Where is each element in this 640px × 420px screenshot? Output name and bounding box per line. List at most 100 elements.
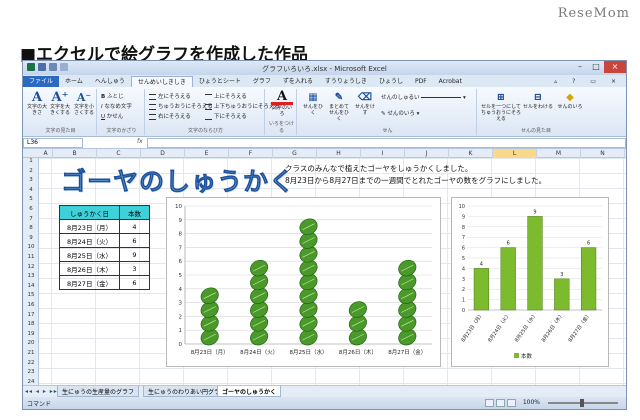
row-header-21[interactable]: 21	[23, 350, 39, 356]
sheet-tab-goya[interactable]: ゴーヤのしゅうかく	[217, 386, 282, 397]
row-header-5[interactable]: 5	[23, 196, 39, 202]
pictograph-chart[interactable]: 0 1 2 3 4 5 6 7 8 9 10 8月23日（月） 8月24日（火） 8月25日（水） 8月26…	[166, 197, 441, 367]
align-top-button[interactable]: 上にそろえる	[205, 92, 247, 100]
row-header-18[interactable]: 18	[23, 321, 39, 327]
row-header-9[interactable]: 9	[23, 235, 39, 241]
zoom-slider-handle[interactable]	[580, 399, 584, 407]
column-header-n[interactable]: N	[581, 149, 625, 158]
align-bottom-button[interactable]: 下にそろえる	[205, 112, 247, 120]
tab-format[interactable]: せんめいしきしき	[130, 76, 193, 87]
close-button[interactable]: ×	[604, 61, 626, 73]
row-header-20[interactable]: 20	[23, 340, 39, 346]
row-header-23[interactable]: 23	[23, 369, 39, 375]
row-header-6[interactable]: 6	[23, 206, 39, 212]
table-cell-date[interactable]: 8月27日（金）	[59, 275, 120, 290]
column-header-i[interactable]: I	[361, 149, 405, 158]
row-header-2[interactable]: 2	[23, 168, 39, 174]
column-header-h[interactable]: H	[317, 149, 361, 158]
column-header-d[interactable]: D	[141, 149, 185, 158]
column-header-l[interactable]: L	[493, 149, 537, 158]
align-center-button[interactable]: ちゅうおうにそろえる	[149, 102, 213, 110]
row-header-14[interactable]: 14	[23, 283, 39, 289]
row-header-24[interactable]: 24	[23, 379, 39, 385]
tab-file[interactable]: ファイル	[23, 76, 60, 87]
italic-button[interactable]: I ななめ文字	[101, 102, 132, 110]
column-header-g[interactable]: G	[273, 149, 317, 158]
page-break-view-icon[interactable]	[507, 399, 516, 407]
fx-icon[interactable]: fx	[137, 138, 143, 145]
draw-border-button[interactable]: ▦ せんをひく	[301, 91, 325, 116]
tab-edit[interactable]: へんしゅう	[89, 76, 131, 87]
page-layout-view-icon[interactable]	[496, 399, 505, 407]
zoom-level[interactable]: 100%	[523, 399, 540, 406]
line-color-dropdown[interactable]: ✎ せんのいろ ▾	[381, 109, 419, 117]
bar-chart[interactable]: 0 1 2 3 4 5 6 7 8 9 10 4 8月23日（月） 6 8月24日（火） 9 8月25日（水） 3…	[451, 197, 609, 367]
close-workbook-icon[interactable]: ×	[605, 76, 622, 87]
tab-formulas[interactable]: すうりょうしき	[319, 76, 373, 87]
table-cell-date[interactable]: 8月24日（火）	[59, 233, 120, 248]
tab-view[interactable]: ひょうし	[373, 76, 409, 87]
table-cell-date[interactable]: 8月26日（木）	[59, 261, 120, 276]
line-style-dropdown[interactable]: せんのしゅるい ▾	[381, 93, 466, 101]
table-cell-count[interactable]: 4	[119, 219, 150, 234]
maximize-button[interactable]: □	[588, 61, 604, 73]
column-header-o[interactable]: O	[625, 149, 626, 158]
column-header-b[interactable]: B	[53, 149, 97, 158]
fill-color-button[interactable]: ◆ せんのいろ	[555, 91, 585, 110]
table-cell-count[interactable]: 6	[119, 233, 150, 248]
bold-button[interactable]: B ふとじ	[101, 92, 123, 100]
restore-icon[interactable]: ▭	[584, 76, 602, 87]
column-header-a[interactable]: A	[39, 149, 53, 158]
table-cell-date[interactable]: 8月25日（水）	[59, 247, 120, 262]
table-header-count[interactable]: 本数	[119, 205, 150, 220]
row-header-15[interactable]: 15	[23, 292, 39, 298]
row-header-4[interactable]: 4	[23, 187, 39, 193]
row-header-22[interactable]: 22	[23, 360, 39, 366]
tab-pdf[interactable]: PDF	[409, 76, 433, 87]
underline-button[interactable]: U かせん	[101, 112, 123, 120]
tab-home[interactable]: ホーム	[59, 76, 89, 87]
grow-font-button[interactable]: A⁺ 文字を大きくする	[49, 91, 71, 116]
row-header-1[interactable]: 1	[23, 158, 39, 164]
zoom-slider[interactable]	[548, 399, 618, 407]
tab-acrobat[interactable]: Acrobat	[433, 76, 468, 87]
column-header-f[interactable]: F	[229, 149, 273, 158]
align-left-button[interactable]: 左にそろえる	[149, 92, 191, 100]
row-header-16[interactable]: 16	[23, 302, 39, 308]
formula-input[interactable]	[147, 138, 626, 148]
table-header-date[interactable]: しゅうかく日	[59, 205, 120, 220]
row-header-8[interactable]: 8	[23, 225, 39, 231]
row-header-7[interactable]: 7	[23, 216, 39, 222]
sheet-tab-milk-production[interactable]: 生にゅうの生産量のグラフ	[57, 386, 140, 397]
row-header-11[interactable]: 11	[23, 254, 39, 260]
column-header-e[interactable]: E	[185, 149, 229, 158]
row-header-10[interactable]: 10	[23, 244, 39, 250]
table-cell-count[interactable]: 9	[119, 247, 150, 262]
erase-border-button[interactable]: ⌫ せんをけす	[353, 91, 377, 116]
tab-insert[interactable]: ずを入れる	[277, 76, 319, 87]
row-header-12[interactable]: 12	[23, 264, 39, 270]
align-right-button[interactable]: 右にそろえる	[149, 112, 191, 120]
row-header-17[interactable]: 17	[23, 312, 39, 318]
column-header-c[interactable]: C	[97, 149, 141, 158]
table-cell-date[interactable]: 8月23日（月）	[59, 219, 120, 234]
tab-graph[interactable]: グラフ	[247, 76, 277, 87]
font-size-button[interactable]: A 文字の大きさ	[27, 91, 47, 116]
column-header-k[interactable]: K	[449, 149, 493, 158]
ribbon-collapse-icon[interactable]: ▵	[548, 76, 563, 87]
row-header-13[interactable]: 13	[23, 273, 39, 279]
minimize-button[interactable]: –	[572, 61, 588, 73]
row-header-19[interactable]: 19	[23, 331, 39, 337]
table-cell-count[interactable]: 6	[119, 275, 150, 290]
tab-table-sheet[interactable]: ひょうとシート	[193, 76, 247, 87]
table-cell-count[interactable]: 3	[119, 261, 150, 276]
name-box[interactable]: L36	[23, 138, 83, 148]
column-header-m[interactable]: M	[537, 149, 581, 158]
merge-center-button[interactable]: ⊞ セルを一つにしてちゅうおうにそろえる	[481, 91, 521, 122]
normal-view-icon[interactable]	[485, 399, 494, 407]
draw-all-borders-button[interactable]: ✎ まとめてせんをひく	[327, 91, 351, 122]
row-header-3[interactable]: 3	[23, 177, 39, 183]
font-color-button[interactable]: A 文字のいろ	[271, 90, 293, 117]
sheet-nav-arrows[interactable]: ◂◂ ◂ ▸ ▸▸	[25, 388, 58, 395]
column-header-j[interactable]: J	[405, 149, 449, 158]
